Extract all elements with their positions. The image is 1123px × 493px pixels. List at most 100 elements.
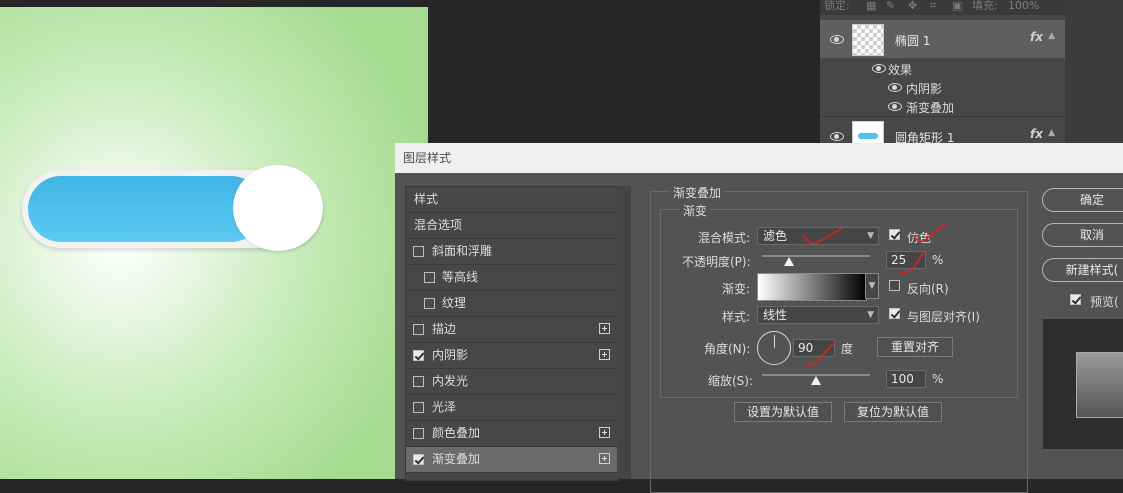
visibility-eye-icon[interactable] (830, 35, 844, 44)
inner-shadow-checkbox[interactable] (413, 350, 424, 361)
add-inner-shadow-icon[interactable] (599, 349, 610, 360)
fill-label: 填充: (972, 0, 998, 12)
layers-lock-bar: 锁定: ▦ ✎ ✥ ⌗ ▣ 填充: 100% (820, 0, 1065, 15)
texture-checkbox[interactable] (424, 298, 435, 309)
styles-scrollbar[interactable] (617, 186, 631, 479)
style-label: 颜色叠加 (432, 426, 481, 440)
style-label: 混合选项 (414, 218, 463, 232)
lock-brush-icon[interactable]: ✎ (886, 0, 895, 12)
opacity-slider[interactable] (762, 255, 870, 257)
lock-label: 锁定: (824, 0, 850, 12)
style-item-contour[interactable]: 等高线 (406, 265, 618, 291)
style-preview (1043, 319, 1123, 449)
bevel-checkbox[interactable] (413, 246, 424, 257)
scale-label: 缩放(S): (708, 374, 754, 388)
reset-alignment-button[interactable]: 重置对齐 (877, 337, 953, 357)
opacity-unit: % (932, 253, 944, 267)
section-title: 渐变叠加 (670, 184, 725, 201)
lock-move-icon[interactable]: ✥ (908, 0, 917, 12)
fill-value[interactable]: 100% (1008, 0, 1039, 12)
align-with-layer-checkbox[interactable] (889, 308, 900, 319)
style-item-bevel[interactable]: 斜面和浮雕 (406, 239, 618, 265)
collapse-caret-icon[interactable]: ▲ (1048, 31, 1055, 41)
layer-name: 椭圆 1 (895, 34, 931, 48)
new-style-button[interactable]: 新建样式( (1042, 258, 1123, 282)
effect-gradient-overlay[interactable]: 渐变叠加 (906, 99, 954, 116)
style-item-inner-shadow[interactable]: 内阴影 (406, 343, 618, 369)
effect-eye-icon[interactable] (888, 83, 902, 92)
gradient-dropdown-chevron-icon[interactable]: ▼ (865, 273, 879, 299)
reverse-checkbox[interactable] (889, 280, 900, 291)
style-label: 纹理 (442, 296, 467, 310)
inner-glow-checkbox[interactable] (413, 376, 424, 387)
angle-unit: 度 (841, 342, 854, 356)
panel-edge (1065, 0, 1123, 143)
visibility-eye-icon[interactable] (830, 132, 844, 141)
lock-all-icon[interactable]: ▣ (952, 0, 962, 12)
style-item-inner-glow[interactable]: 内发光 (406, 369, 618, 395)
layers-panel: 锁定: ▦ ✎ ✥ ⌗ ▣ 填充: 100% 椭圆 1 fx ▲ 效果 内阴影 … (820, 0, 1065, 153)
color-overlay-checkbox[interactable] (413, 428, 424, 439)
style-label: 描边 (432, 322, 457, 336)
add-color-overlay-icon[interactable] (599, 427, 610, 438)
style-item-color-overlay[interactable]: 颜色叠加 (406, 421, 618, 447)
style-label: 光泽 (432, 400, 457, 414)
gradient-picker[interactable] (757, 273, 867, 301)
reset-default-button[interactable]: 复位为默认值 (844, 402, 942, 422)
set-default-button[interactable]: 设置为默认值 (734, 402, 832, 422)
layer-row-ellipse[interactable]: 椭圆 1 fx ▲ (820, 20, 1065, 58)
style-item-stroke[interactable]: 描边 (406, 317, 618, 343)
blend-mode-value: 滤色 (763, 229, 788, 243)
style-label: 渐变叠加 (432, 452, 481, 466)
annotation-check-mark (912, 222, 947, 243)
contour-checkbox[interactable] (424, 272, 435, 283)
scale-unit: % (932, 372, 944, 386)
style-select[interactable]: 线性 ▼ (757, 306, 879, 324)
collapse-caret-icon[interactable]: ▲ (1048, 128, 1055, 138)
add-stroke-icon[interactable] (599, 323, 610, 334)
align-label: 与图层对齐(I) (907, 310, 980, 324)
style-label: 等高线 (442, 270, 479, 284)
effects-label: 效果 (888, 63, 913, 77)
layer-style-dialog: 图层样式 样式 混合选项 斜面和浮雕 等高线 纹理 描边 内阴影 内发光 光泽 … (395, 143, 1123, 493)
add-gradient-overlay-icon[interactable] (599, 453, 610, 464)
preview-checkbox[interactable] (1070, 294, 1081, 305)
scale-slider-thumb[interactable] (811, 376, 821, 385)
effects-eye-icon[interactable] (872, 64, 886, 73)
annotation-check-mark (898, 252, 926, 274)
group-title: 渐变 (680, 202, 711, 219)
style-label: 样式: (722, 310, 751, 324)
opacity-slider-thumb[interactable] (784, 257, 794, 266)
style-value: 线性 (763, 308, 788, 322)
dither-checkbox[interactable] (889, 229, 900, 240)
preview-label: 预览( (1090, 295, 1119, 309)
cancel-button[interactable]: 取消 (1042, 223, 1123, 247)
stroke-checkbox[interactable] (413, 324, 424, 335)
switch-blue-fill (28, 176, 264, 242)
style-item-gradient-overlay[interactable]: 渐变叠加 (406, 447, 618, 473)
style-item-blending[interactable]: 混合选项 (406, 213, 626, 239)
angle-dial[interactable] (757, 331, 791, 365)
lock-transparent-icon[interactable]: ▦ (866, 0, 876, 12)
annotation-check-mark (802, 227, 843, 245)
chevron-down-icon: ▼ (867, 231, 874, 241)
style-label: 斜面和浮雕 (432, 244, 493, 258)
scale-input[interactable]: 100 (886, 370, 926, 388)
effect-eye-icon[interactable] (888, 102, 902, 111)
satin-checkbox[interactable] (413, 402, 424, 413)
dialog-title: 图层样式 (395, 143, 1123, 173)
chevron-down-icon: ▼ (867, 310, 874, 320)
style-item-styles[interactable]: 样式 (406, 187, 626, 213)
fx-icon[interactable]: fx (1030, 127, 1043, 141)
ok-button[interactable]: 确定 (1042, 188, 1123, 212)
effect-inner-shadow[interactable]: 内阴影 (906, 80, 942, 97)
style-item-satin[interactable]: 光泽 (406, 395, 618, 421)
gradient-label: 渐变: (722, 282, 751, 296)
fx-icon[interactable]: fx (1030, 30, 1043, 44)
gradient-overlay-checkbox[interactable] (413, 454, 424, 465)
style-label: 内发光 (432, 374, 469, 388)
lock-artboard-icon[interactable]: ⌗ (930, 0, 936, 12)
style-item-texture[interactable]: 纹理 (406, 291, 618, 317)
switch-knob (233, 165, 323, 251)
opacity-label: 不透明度(P): (682, 255, 751, 269)
